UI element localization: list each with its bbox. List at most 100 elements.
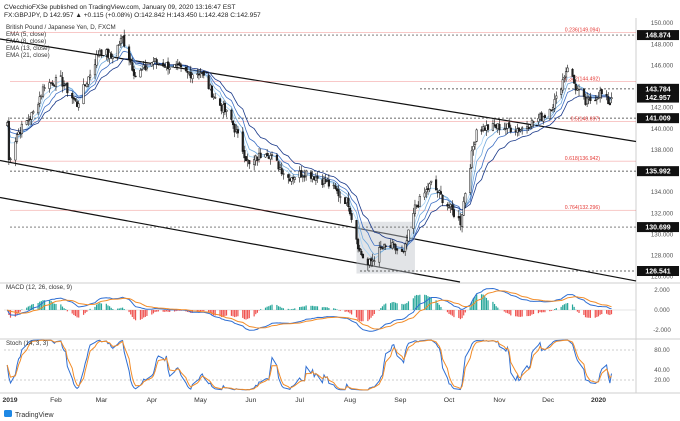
candle[interactable] [303,175,306,178]
candle[interactable] [89,74,92,78]
candle[interactable] [384,245,387,247]
candle[interactable] [142,64,145,68]
candle[interactable] [106,48,110,58]
candle[interactable] [404,243,407,252]
candle[interactable] [451,204,454,210]
candle[interactable] [282,173,285,175]
candle[interactable] [486,124,490,130]
candle[interactable] [378,247,381,263]
candle[interactable] [542,116,545,122]
candle[interactable] [128,46,131,60]
candle[interactable] [311,175,314,180]
level-143784-label[interactable]: 143.784 [645,86,670,93]
candle[interactable] [41,86,45,97]
candle[interactable] [438,190,441,193]
candle[interactable] [339,196,342,198]
candle[interactable] [162,62,165,67]
candle[interactable] [498,124,501,131]
candle[interactable] [358,248,361,251]
candle[interactable] [118,44,121,46]
candle[interactable] [475,129,478,142]
candle[interactable] [381,247,384,250]
candle[interactable] [197,74,200,76]
candle[interactable] [230,109,233,120]
price-pane[interactable]: 0.236(149.094)0.382(144.492)0.5(140.697)… [0,18,680,394]
candle[interactable] [435,179,438,191]
candle[interactable] [121,36,124,38]
candle[interactable] [506,123,509,129]
candle[interactable] [76,101,79,107]
candle[interactable] [152,61,155,65]
candle[interactable] [389,245,392,249]
candle[interactable] [327,179,330,187]
candle[interactable] [270,154,274,156]
candle[interactable] [599,90,602,98]
candle[interactable] [607,96,610,105]
tradingview-logo[interactable]: TradingView [4,410,54,419]
candle[interactable] [269,155,272,160]
candle[interactable] [77,103,80,108]
candle[interactable] [225,109,228,112]
candle[interactable] [123,35,126,47]
candle[interactable] [532,121,535,123]
candle[interactable] [587,97,590,100]
candle[interactable] [521,127,524,130]
candle[interactable] [100,49,103,55]
candle[interactable] [383,244,386,249]
candle[interactable] [157,62,160,65]
candle[interactable] [207,75,210,89]
candle[interactable] [20,123,23,135]
candle[interactable] [373,260,376,262]
time-axis[interactable]: 2019 Feb Mar Apr May Jun Jul Aug Sep Oct Nov Dec 202… [2,397,606,404]
level-148874-label[interactable]: 148.874 [645,33,670,40]
candle[interactable] [321,179,324,185]
candle[interactable] [163,66,166,68]
candle[interactable] [66,82,69,94]
candle[interactable] [400,249,404,252]
candle[interactable] [288,178,291,182]
candle[interactable] [38,96,41,104]
candle[interactable] [85,83,88,88]
candle[interactable] [313,176,316,181]
candle[interactable] [594,99,597,102]
candle[interactable] [322,178,326,185]
candle[interactable] [131,62,134,71]
candle[interactable] [561,79,564,91]
candle[interactable] [243,150,246,159]
candle[interactable] [366,258,369,265]
candle[interactable] [132,69,136,76]
candle[interactable] [509,127,512,133]
candle[interactable] [350,213,353,220]
candle[interactable] [84,84,87,86]
candle[interactable] [563,76,566,79]
candle[interactable] [134,75,137,78]
stoch-pane[interactable]: 80.00 40.00 20.00 [4,339,670,391]
candle[interactable] [27,119,30,122]
candle[interactable] [538,113,542,120]
candle[interactable] [97,54,100,57]
candle[interactable] [493,124,496,127]
candle[interactable] [186,70,189,73]
candle[interactable] [168,67,171,70]
candle[interactable] [413,204,417,215]
candle[interactable] [14,141,17,161]
candle[interactable] [235,129,238,132]
candle[interactable] [503,128,506,130]
candle[interactable] [426,188,430,190]
candle[interactable] [292,177,295,179]
legend-ema21[interactable]: EMA (21, close) [6,52,50,59]
candle[interactable] [392,243,395,245]
candle[interactable] [449,204,452,208]
candle[interactable] [293,177,296,180]
candle[interactable] [430,180,433,183]
candle[interactable] [233,124,236,133]
candle[interactable] [462,201,465,216]
candle[interactable] [191,74,194,80]
candle[interactable] [402,250,405,253]
candle[interactable] [53,84,56,87]
candle[interactable] [480,129,483,132]
candle[interactable] [202,71,205,76]
candle[interactable] [332,184,335,187]
candle[interactable] [418,196,421,207]
candle[interactable] [483,127,486,131]
